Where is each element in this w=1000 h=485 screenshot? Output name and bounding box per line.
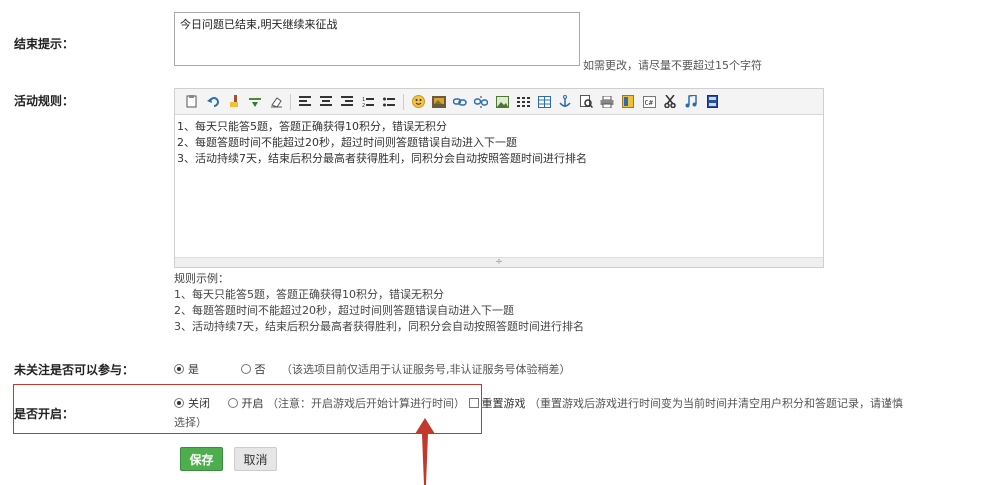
undo-icon[interactable] <box>206 95 220 109</box>
example-line: 1、每天只能答5题，答题正确获得10积分，错误无积分 <box>174 288 444 301</box>
enable-options: 关闭 开启 （注意：开启游戏后开始计算进行时间） 重置游戏 （重置游戏后游戏进行… <box>174 396 974 412</box>
editor-content[interactable]: 1、每天只能答5题，答题正确获得10积分，错误无积分 2、每题答题时间不能超过2… <box>175 115 823 167</box>
rule-line: 2、每题答题时间不能超过20秒，超过时间则答题错误自动进入下一题 <box>177 136 517 149</box>
enable-on-label: 开启 <box>241 397 264 410</box>
enable-label: 是否开启： <box>14 407 75 421</box>
rules-example: 规则示例： 1、每天只能答5题，答题正确获得10积分，错误无积分 2、每题答题时… <box>174 271 584 335</box>
enable-on-note: （注意：开启游戏后开始计算进行时间） <box>267 397 465 410</box>
reset-note: （重置游戏后游戏进行时间变为当前时间并清空用户积分和答题记录，请谨慎 <box>529 397 903 410</box>
align-center-icon[interactable] <box>319 95 333 109</box>
end-prompt-label: 结束提示： <box>14 37 75 51</box>
picture-icon[interactable] <box>495 95 509 109</box>
enable-on-option[interactable]: 开启 <box>227 397 264 410</box>
follow-yes-option[interactable]: 是 <box>174 363 199 376</box>
align-right-icon[interactable] <box>340 95 354 109</box>
code-icon[interactable]: C# <box>642 95 656 109</box>
example-line: 3、活动持续7天，结束后积分最高者获得胜利，同积分会自动按照答题时间进行排名 <box>174 320 584 333</box>
follow-label: 未关注是否可以参与： <box>14 363 135 377</box>
svg-text:C#: C# <box>644 99 653 107</box>
reset-note-cont: 选择） <box>174 416 207 429</box>
eraser-icon[interactable] <box>269 95 283 109</box>
anchor-icon[interactable] <box>558 95 572 109</box>
reset-checkbox[interactable] <box>468 398 479 408</box>
save-button[interactable]: 保存 <box>180 447 223 471</box>
end-prompt-textarea[interactable]: 今日问题已结束,明天继续来征战 <box>174 12 580 66</box>
reset-label: 重置游戏 <box>481 397 526 410</box>
rule-line: 1、每天只能答5题，答题正确获得10积分，错误无积分 <box>177 120 447 133</box>
unlink-icon[interactable] <box>474 95 488 109</box>
reset-game-option[interactable]: 重置游戏 <box>468 397 526 410</box>
cut-icon[interactable] <box>663 95 677 109</box>
toolbar-separator <box>403 93 404 110</box>
cancel-button[interactable]: 取消 <box>234 447 277 471</box>
follow-no-label: 否 <box>254 363 266 376</box>
rules-editor: 12 C# 1、每天只能答5题，答题正确获得10积分，错误无积分 2、每题答题时… <box>174 88 824 268</box>
editor-resize-handle[interactable]: ÷ <box>175 257 823 267</box>
radio-no[interactable] <box>240 364 251 374</box>
svg-text:2: 2 <box>362 103 365 108</box>
table-icon[interactable] <box>537 95 551 109</box>
follow-no-option[interactable]: 否 <box>240 363 266 376</box>
editor-toolbar: 12 C# <box>175 89 823 115</box>
enable-off-option[interactable]: 关闭 <box>174 397 210 410</box>
unordered-list-icon[interactable] <box>382 95 396 109</box>
example-line: 2、每题答题时间不能超过20秒，超过时间则答题错误自动进入下一题 <box>174 304 514 317</box>
link-icon[interactable] <box>453 95 467 109</box>
example-title: 规则示例： <box>174 272 229 285</box>
toolbar-separator <box>290 93 291 110</box>
rules-label: 活动规则： <box>14 94 75 108</box>
align-left-icon[interactable] <box>298 95 312 109</box>
template-icon[interactable] <box>621 95 635 109</box>
paste-word-icon[interactable] <box>185 95 199 109</box>
print-icon[interactable] <box>600 95 614 109</box>
radio-yes[interactable] <box>174 364 184 374</box>
rule-line: 3、活动持续7天，结束后积分最高者获得胜利，同积分会自动按照答题时间进行排名 <box>177 152 587 165</box>
insert-icon[interactable] <box>248 95 262 109</box>
red-arrow-icon <box>415 418 435 485</box>
table-dots-icon[interactable] <box>516 95 530 109</box>
music-icon[interactable] <box>684 95 698 109</box>
radio-on[interactable] <box>227 398 238 408</box>
preview-icon[interactable] <box>579 95 593 109</box>
enable-off-label: 关闭 <box>188 397 210 410</box>
format-brush-icon[interactable] <box>227 95 241 109</box>
follow-yes-label: 是 <box>188 363 199 376</box>
follow-note: （该选项目前仅适用于认证服务号,非认证服务号体验稍差） <box>281 363 571 376</box>
radio-off[interactable] <box>174 398 184 408</box>
end-prompt-hint: 如需更改，请尽量不要超过15个字符 <box>583 59 762 72</box>
video-icon[interactable] <box>705 95 719 109</box>
ordered-list-icon[interactable]: 12 <box>361 95 375 109</box>
follow-options: 是 否 （该选项目前仅适用于认证服务号,非认证服务号体验稍差） <box>174 361 571 377</box>
image-icon[interactable] <box>432 95 446 109</box>
emoticon-icon[interactable] <box>411 95 425 109</box>
